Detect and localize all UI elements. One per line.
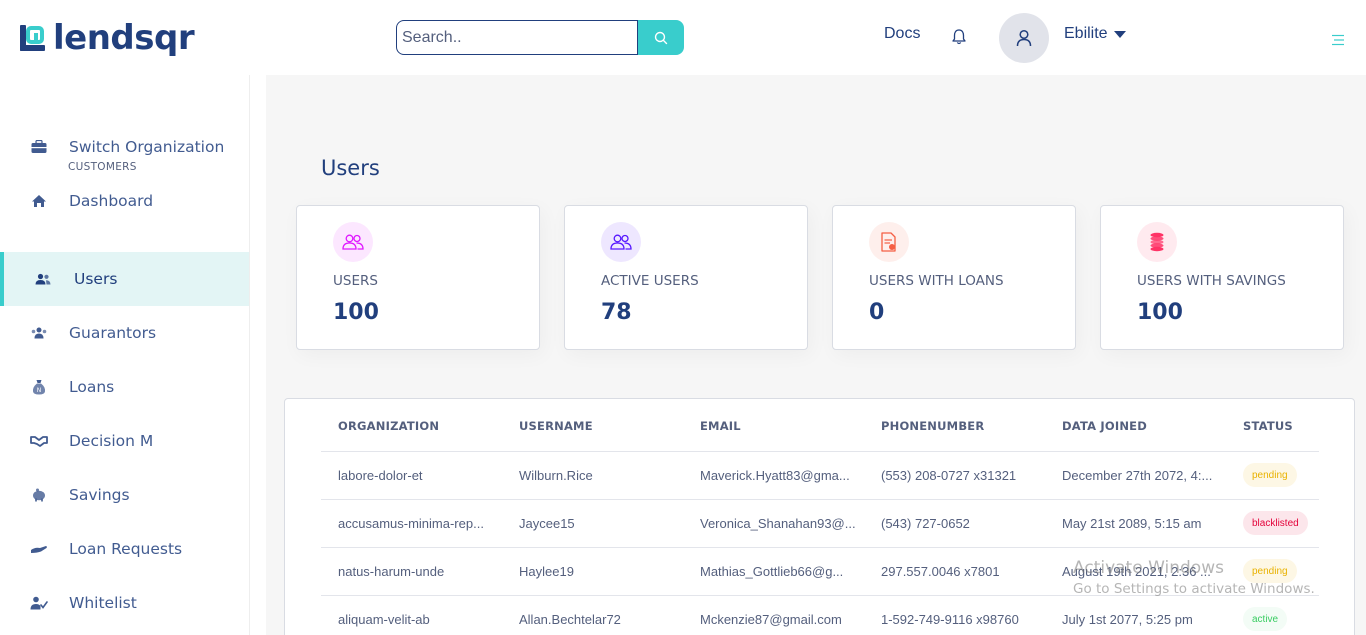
user-name-label: Ebilite <box>1064 25 1108 42</box>
search-input[interactable] <box>396 20 638 55</box>
stat-card-users-with-savings: USERS WITH SAVINGS 100 <box>1100 205 1344 350</box>
cell-email: Maverick.Hyatt83@gma... <box>700 468 850 483</box>
loan-document-icon <box>869 222 909 262</box>
stat-card-value: 100 <box>1137 300 1183 325</box>
sidebar-item-guarantors[interactable]: Guarantors <box>0 306 249 360</box>
stat-card-label: USERS WITH SAVINGS <box>1137 273 1286 289</box>
search-icon <box>654 31 668 44</box>
cell-email: Mckenzie87@gmail.com <box>700 612 842 627</box>
top-navbar: lendsqr Docs Ebilite <box>0 0 1366 75</box>
notification-bell-icon[interactable] <box>950 27 968 47</box>
docs-link[interactable]: Docs <box>884 25 920 43</box>
stat-card-label: ACTIVE USERS <box>601 273 699 289</box>
cell-email: Mathias_Gottlieb66@g... <box>700 564 844 579</box>
stat-card-value: 100 <box>333 300 379 325</box>
cell-organization: accusamus-minima-rep... <box>338 516 484 531</box>
cell-date-joined: July 1st 2077, 5:25 pm <box>1062 612 1193 627</box>
cell-username: Allan.Bechtelar72 <box>519 612 621 627</box>
cell-username: Wilburn.Rice <box>519 468 593 483</box>
user-avatar-icon <box>1016 29 1032 47</box>
stat-card-active-users: ACTIVE USERS 78 <box>564 205 808 350</box>
cell-phone: (543) 727-0652 <box>881 516 970 531</box>
cell-phone: (553) 208-0727 x31321 <box>881 468 1017 483</box>
loan-bag-icon: N <box>30 378 48 396</box>
user-check-icon <box>30 594 48 612</box>
brand-name: lendsqr <box>53 18 195 58</box>
stat-card-value: 78 <box>601 300 632 325</box>
avatar[interactable] <box>999 13 1049 63</box>
stat-card-value: 0 <box>869 300 885 325</box>
sidebar-item-label: Dashboard <box>69 192 154 210</box>
sidebar-item-label: Decision M <box>69 432 154 450</box>
sidebar-item-label: Users <box>74 270 118 288</box>
cell-organization: natus-harum-unde <box>338 564 445 579</box>
lendsqr-logo[interactable]: lendsqr <box>20 18 195 58</box>
stat-card-users: USERS 100 <box>296 205 540 350</box>
guarantors-icon <box>30 324 48 342</box>
user-menu[interactable]: Ebilite <box>1064 25 1126 43</box>
search-button[interactable] <box>638 20 684 55</box>
windows-activation-watermark: Activate Windows Go to Settings to activ… <box>1073 558 1315 597</box>
search-bar <box>396 20 684 55</box>
sidebar-item-loans[interactable]: N Loans <box>0 360 249 414</box>
stat-card-label: USERS WITH LOANS <box>869 273 1004 289</box>
sidebar-item-label: Guarantors <box>69 324 157 342</box>
sidebar-item-users[interactable]: Users <box>0 252 249 306</box>
status-badge: blacklisted <box>1243 511 1308 535</box>
sidebar-section-customers: CUSTOMERS <box>68 161 137 173</box>
sidebar-item-label: Loan Requests <box>69 540 183 558</box>
sidebar-item-label: Whitelist <box>69 594 137 612</box>
watermark-subtitle: Go to Settings to activate Windows. <box>1073 581 1315 597</box>
piggy-bank-icon <box>30 486 48 504</box>
home-icon <box>30 192 48 210</box>
briefcase-icon <box>30 138 48 156</box>
caret-down-icon <box>1113 30 1126 38</box>
column-header-organization[interactable]: ORGANIZATION <box>338 419 439 433</box>
cell-organization: labore-dolor-et <box>338 468 423 483</box>
cell-username: Haylee19 <box>519 564 574 579</box>
sidebar-item-decision-models[interactable]: Decision M <box>0 414 249 468</box>
coins-icon <box>1137 222 1177 262</box>
column-header-email[interactable]: EMAIL <box>700 419 741 433</box>
column-header-phonenumber[interactable]: PHONENUMBER <box>881 419 984 433</box>
column-header-date-joined[interactable]: DATA JOINED <box>1062 419 1147 433</box>
cell-phone: 297.557.0046 x7801 <box>881 564 1000 579</box>
sidebar-item-savings[interactable]: Savings <box>0 468 249 522</box>
lendsqr-logo-icon <box>20 25 45 51</box>
status-badge: active <box>1243 607 1288 631</box>
stat-card-label: USERS <box>333 273 378 289</box>
watermark-title: Activate Windows <box>1073 558 1224 578</box>
svg-text:N: N <box>37 387 42 394</box>
handshake-icon <box>30 432 48 450</box>
users-icon <box>34 270 52 288</box>
hand-coin-icon <box>30 540 48 558</box>
status-badge: pending <box>1243 463 1297 487</box>
sidebar-item-whitelist[interactable]: Whitelist <box>0 576 249 630</box>
hamburger-menu-icon[interactable] <box>1331 34 1345 46</box>
sidebar-item-dashboard[interactable]: Dashboard <box>0 174 249 228</box>
sidebar-item-label: Savings <box>69 486 130 504</box>
cell-date-joined: December 27th 2072, 4:... <box>1062 468 1213 483</box>
cell-phone: 1-592-749-9116 x98760 <box>881 612 1019 627</box>
stat-card-users-with-loans: USERS WITH LOANS 0 <box>832 205 1076 350</box>
sidebar-item-label: Switch Organization <box>69 138 225 156</box>
sidebar-item-label: Loans <box>69 378 115 396</box>
cell-email: Veronica_Shanahan93@... <box>700 516 856 531</box>
active-users-icon <box>601 222 641 262</box>
column-header-username[interactable]: USERNAME <box>519 419 593 433</box>
cell-username: Jaycee15 <box>519 516 575 531</box>
users-icon <box>333 222 373 262</box>
column-header-status[interactable]: STATUS <box>1243 419 1293 433</box>
cell-date-joined: May 21st 2089, 5:15 am <box>1062 516 1202 531</box>
cell-organization: aliquam-velit-ab <box>338 612 430 627</box>
page-title: Users <box>321 156 380 180</box>
sidebar-item-loan-requests[interactable]: Loan Requests <box>0 522 249 576</box>
